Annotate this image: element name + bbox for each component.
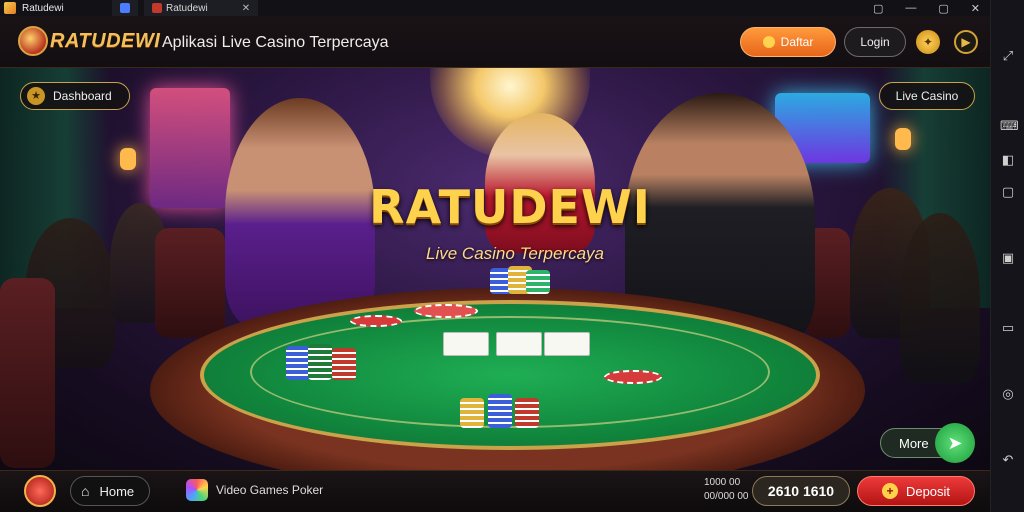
home-tab-icon <box>120 3 130 13</box>
hero-title: RATUDEWI <box>369 180 651 234</box>
back-icon[interactable]: ↶ <box>1000 452 1016 468</box>
emulator-side-rail: ⤢ ⌨ ◧ ▢ ▣ ▭ ◎ ↶ <box>990 0 1024 512</box>
score-display: 2610 1610 <box>752 476 850 506</box>
expand-icon[interactable]: ⤢ <box>1000 48 1016 64</box>
volume-icon[interactable]: ◧ <box>1000 152 1016 168</box>
chip <box>604 370 662 384</box>
home-button[interactable]: ⌂ Home <box>70 476 150 506</box>
game-shortcut-label: Video Games Poker <box>216 483 324 497</box>
background-player <box>900 213 980 383</box>
playing-card <box>443 332 489 356</box>
keyboard-icon[interactable]: ⌨ <box>1000 118 1019 134</box>
tab-close-icon[interactable]: ✕ <box>242 3 250 14</box>
app-header: RATUDEWI Aplikasi Live Casino Terpercaya… <box>0 16 990 68</box>
window-settings-icon[interactable]: ▢ <box>873 2 883 15</box>
playing-card <box>496 332 542 356</box>
dashboard-pill[interactable]: ★ Dashboard <box>20 82 130 110</box>
location-icon[interactable]: ◎ <box>1000 386 1016 402</box>
player-woman <box>225 98 375 328</box>
chair-front-left <box>0 278 55 468</box>
profile-badge-icon[interactable] <box>24 475 56 507</box>
chip <box>350 315 402 327</box>
logo-crown-icon <box>18 26 48 56</box>
tab-ratudewi[interactable]: Ratudewi ✕ <box>144 0 259 16</box>
brand-logo[interactable]: RATUDEWI <box>18 26 160 56</box>
deposit-button[interactable]: + Deposit <box>857 476 975 506</box>
login-button[interactable]: Login <box>844 27 906 57</box>
star-icon: ★ <box>27 87 45 105</box>
chip <box>414 304 478 318</box>
screenshot-icon[interactable]: ▣ <box>1000 250 1016 266</box>
home-button-label: Home <box>99 483 135 499</box>
playing-card <box>544 332 590 356</box>
neon-slot-sign <box>150 88 230 208</box>
register-button[interactable]: Daftar <box>740 27 836 57</box>
chip-stack <box>460 398 484 428</box>
game-app-icon <box>186 479 208 501</box>
deposit-button-label: Deposit <box>905 483 951 499</box>
live-casino-pill[interactable]: Live Casino <box>879 82 975 110</box>
register-icon <box>762 36 775 48</box>
bottom-bar: ⌂ Home Video Games Poker 1000 00 00/000 … <box>0 470 990 512</box>
more-button[interactable]: More ➤ <box>880 423 975 463</box>
chip-stack <box>515 398 539 428</box>
score-value: 2610 1610 <box>767 483 835 499</box>
more-button-label: More <box>899 435 929 451</box>
balance-line-2: 00/000 00 <box>704 491 749 502</box>
chip-stack <box>488 394 512 428</box>
tab-home[interactable] <box>112 0 138 16</box>
wall-lamp-right <box>895 128 911 150</box>
fullscreen-icon[interactable]: ▢ <box>1000 184 1016 200</box>
window-close-icon[interactable]: ✕ <box>971 2 980 15</box>
window-maximize-icon[interactable]: ▢ <box>938 2 948 15</box>
arrow-right-icon[interactable]: ➤ <box>935 423 975 463</box>
login-button-label: Login <box>860 35 890 49</box>
window-minimize-icon[interactable]: — <box>905 2 916 14</box>
app-icon <box>4 2 16 14</box>
hero-scene: RATUDEWI Live Casino Terpercaya <box>0 68 990 470</box>
live-casino-pill-label: Live Casino <box>895 89 959 103</box>
balance-line-1: 1000 00 <box>704 477 741 488</box>
tab-label: Ratudewi <box>166 2 208 14</box>
game-shortcut[interactable]: Video Games Poker <box>186 479 323 501</box>
header-tagline: Aplikasi Live Casino Terpercaya <box>162 34 389 51</box>
window-titlebar: Ratudewi Ratudewi ✕ ▢ — ▢ ✕ <box>0 0 990 16</box>
chip-stack <box>308 344 332 380</box>
dashboard-pill-label: Dashboard <box>53 89 112 103</box>
plus-icon: + <box>881 483 898 499</box>
hero-subtitle: Live Casino Terpercaya <box>426 244 604 263</box>
app-tab-icon <box>152 3 162 13</box>
balance-mini: 1000 00 00/000 00 <box>704 476 754 504</box>
coin-icon[interactable]: ✦ <box>916 30 940 54</box>
record-icon[interactable]: ▭ <box>1000 320 1016 336</box>
chip-stack <box>332 348 356 380</box>
window-app-title: Ratudewi <box>22 2 64 14</box>
register-button-label: Daftar <box>780 35 814 49</box>
play-icon[interactable]: ▶ <box>954 30 978 54</box>
chip-stack <box>286 346 310 380</box>
home-icon: ⌂ <box>81 483 90 499</box>
wall-lamp-left <box>120 148 136 170</box>
logo-text: RATUDEWI <box>50 29 161 52</box>
chip-stack <box>526 270 550 294</box>
chair-left <box>155 228 225 338</box>
